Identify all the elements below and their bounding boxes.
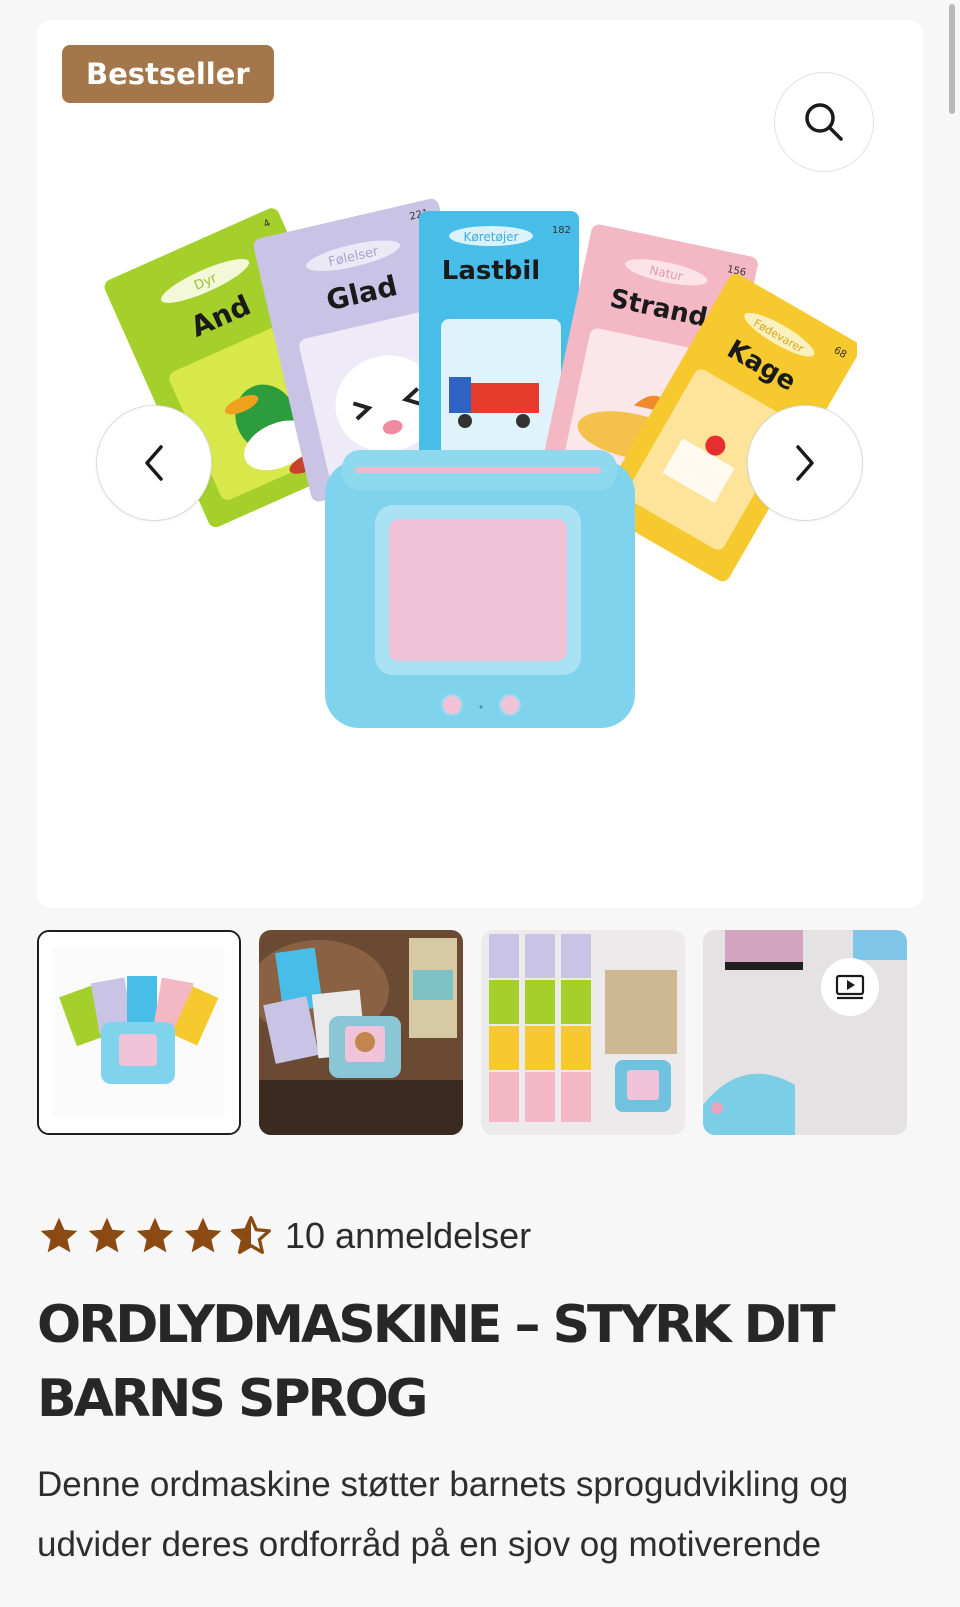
gallery-next-button[interactable] xyxy=(747,405,863,521)
card-number: 182 xyxy=(552,225,571,236)
star-half-icon xyxy=(231,1216,271,1254)
thumbnail-strip xyxy=(37,930,923,1135)
rating-stars xyxy=(37,1214,273,1258)
star-full-icon xyxy=(40,1217,78,1253)
reader-device xyxy=(325,450,635,728)
zoom-button[interactable] xyxy=(774,72,874,172)
chevron-right-icon xyxy=(796,445,814,481)
thumbnail-3[interactable] xyxy=(481,930,685,1135)
search-icon xyxy=(805,103,843,141)
star-full-icon xyxy=(136,1217,174,1253)
thumbnail-2[interactable] xyxy=(259,930,463,1135)
card-word: Lastbil xyxy=(442,256,540,286)
play-video-icon xyxy=(835,974,865,1000)
chevron-left-icon xyxy=(145,445,163,481)
product-title: ORDLYDMASKINE – STYRK DIT BARNS SPROG xyxy=(37,1295,836,1429)
thumbnail-1[interactable] xyxy=(37,930,241,1135)
product-media-main[interactable]: Bestseller Dyr And 4 Følelser Glad 221 K… xyxy=(37,20,923,908)
thumbnail-4-video[interactable] xyxy=(703,930,907,1135)
video-badge xyxy=(821,958,879,1016)
star-full-icon xyxy=(184,1217,222,1253)
product-description: Denne ordmaskine støtter barnets sprogud… xyxy=(37,1465,849,1564)
card-category: Køretøjer xyxy=(464,230,519,244)
star-full-icon xyxy=(88,1217,126,1253)
gallery-prev-button[interactable] xyxy=(96,405,212,521)
bestseller-badge: Bestseller xyxy=(62,45,274,103)
review-count-link[interactable]: 10 anmeldelser xyxy=(285,1215,531,1257)
page-scrollbar[interactable] xyxy=(949,4,955,114)
product-rating[interactable]: 10 anmeldelser xyxy=(37,1214,531,1258)
